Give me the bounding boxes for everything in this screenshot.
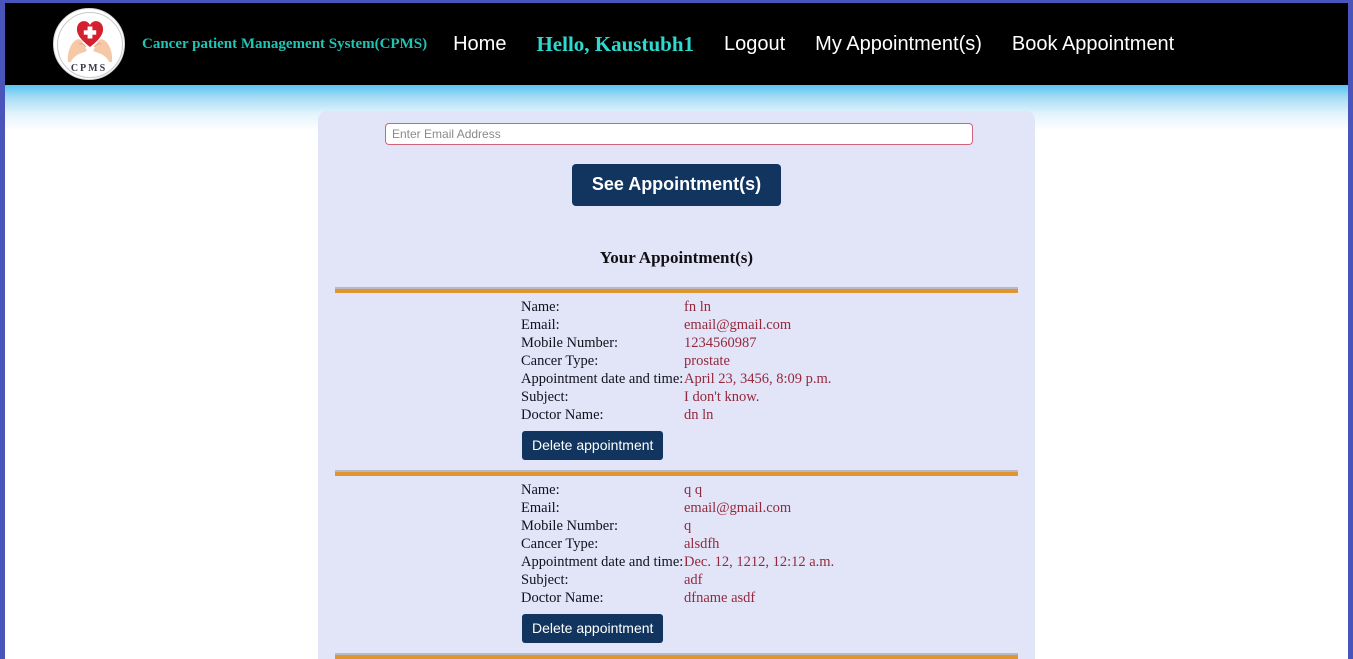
field-mobile: Mobile Number: q <box>521 517 1035 535</box>
appointment-card: Name: fn ln Email: email@gmail.com Mobil… <box>318 293 1035 470</box>
search-email-input[interactable] <box>385 123 973 145</box>
heart-in-hands-icon <box>67 21 113 62</box>
nav-link-greeting[interactable]: Hello, Kaustubh1 <box>536 32 694 57</box>
logo-label: CPMS <box>70 63 108 74</box>
field-value-name: fn ln <box>684 299 711 315</box>
field-label-name: Name: <box>521 299 560 315</box>
field-email: Email: email@gmail.com <box>521 499 1035 517</box>
brand-title: Cancer patient Management System(CPMS) <box>142 35 428 52</box>
field-value-subject: I don't know. <box>684 389 760 405</box>
appointments-panel: See Appointment(s) Your Appointment(s) N… <box>318 111 1035 659</box>
field-value-doctor: dfname asdf <box>684 590 756 606</box>
card-spacer <box>318 643 1035 653</box>
field-name: Name: fn ln <box>521 298 1035 316</box>
nav-link-my-appointments[interactable]: My Appointment(s) <box>815 33 982 56</box>
card-spacer <box>318 460 1035 470</box>
page-frame: CPMS Cancer patient Management System(CP… <box>0 0 1353 659</box>
field-doctor: Doctor Name: dfname asdf <box>521 589 1035 607</box>
field-label-datetime: Appointment date and time: <box>521 371 684 387</box>
field-value-doctor: dn ln <box>684 407 714 423</box>
cpms-logo[interactable]: CPMS <box>53 8 125 80</box>
field-value-cancer-type: prostate <box>684 353 730 369</box>
field-label-doctor: Doctor Name: <box>521 407 604 423</box>
page-title: Your Appointment(s) <box>599 248 754 267</box>
nav-link-logout[interactable]: Logout <box>724 33 785 56</box>
field-value-email: email@gmail.com <box>684 317 792 333</box>
field-label-datetime: Appointment date and time: <box>521 554 684 570</box>
field-subject: Subject: I don't know. <box>521 388 1035 406</box>
field-label-email: Email: <box>521 317 560 333</box>
top-navbar: CPMS Cancer patient Management System(CP… <box>5 3 1348 85</box>
field-label-mobile: Mobile Number: <box>521 518 619 534</box>
appointment-card: Name: q q Email: email@gmail.com Mobile … <box>318 476 1035 653</box>
see-appointments-button[interactable]: See Appointment(s) <box>571 164 782 206</box>
field-value-name: q q <box>684 482 703 498</box>
field-mobile: Mobile Number: 1234560987 <box>521 334 1035 352</box>
field-label-name: Name: <box>521 482 560 498</box>
nav-link-home[interactable]: Home <box>453 33 506 56</box>
field-value-mobile: q <box>684 518 692 534</box>
field-value-datetime: Dec. 12, 1212, 12:12 a.m. <box>684 554 835 570</box>
see-appointments-row: See Appointment(s) <box>318 164 1035 206</box>
field-cancer-type: Cancer Type: prostate <box>521 352 1035 370</box>
field-label-doctor: Doctor Name: <box>521 590 604 606</box>
appointment-fields: Name: q q Email: email@gmail.com Mobile … <box>318 481 1035 643</box>
field-label-cancer-type: Cancer Type: <box>521 536 599 552</box>
field-cancer-type: Cancer Type: alsdfh <box>521 535 1035 553</box>
field-subject: Subject: adf <box>521 571 1035 589</box>
field-name: Name: q q <box>521 481 1035 499</box>
field-label-subject: Subject: <box>521 389 569 405</box>
email-search-row <box>318 123 1035 145</box>
field-label-email: Email: <box>521 500 560 516</box>
field-value-email: email@gmail.com <box>684 500 792 516</box>
nav-link-book-appointment[interactable]: Book Appointment <box>1012 33 1174 56</box>
field-value-mobile: 1234560987 <box>684 335 757 351</box>
nav-links: Home Hello, Kaustubh1 Logout My Appointm… <box>453 32 1204 57</box>
field-value-datetime: April 23, 3456, 8:09 p.m. <box>684 371 832 387</box>
field-email: Email: email@gmail.com <box>521 316 1035 334</box>
field-doctor: Doctor Name: dn ln <box>521 406 1035 424</box>
field-value-cancer-type: alsdfh <box>684 536 720 552</box>
delete-appointment-button[interactable]: Delete appointment <box>522 431 664 460</box>
field-datetime: Appointment date and time: Dec. 12, 1212… <box>521 553 1035 571</box>
appointments-list: Name: fn ln Email: email@gmail.com Mobil… <box>318 287 1035 659</box>
field-value-subject: adf <box>684 572 703 588</box>
field-label-subject: Subject: <box>521 572 569 588</box>
field-label-cancer-type: Cancer Type: <box>521 353 599 369</box>
delete-appointment-button[interactable]: Delete appointment <box>522 614 664 643</box>
field-label-mobile: Mobile Number: <box>521 335 619 351</box>
field-datetime: Appointment date and time: April 23, 345… <box>521 370 1035 388</box>
appointment-fields: Name: fn ln Email: email@gmail.com Mobil… <box>318 298 1035 460</box>
